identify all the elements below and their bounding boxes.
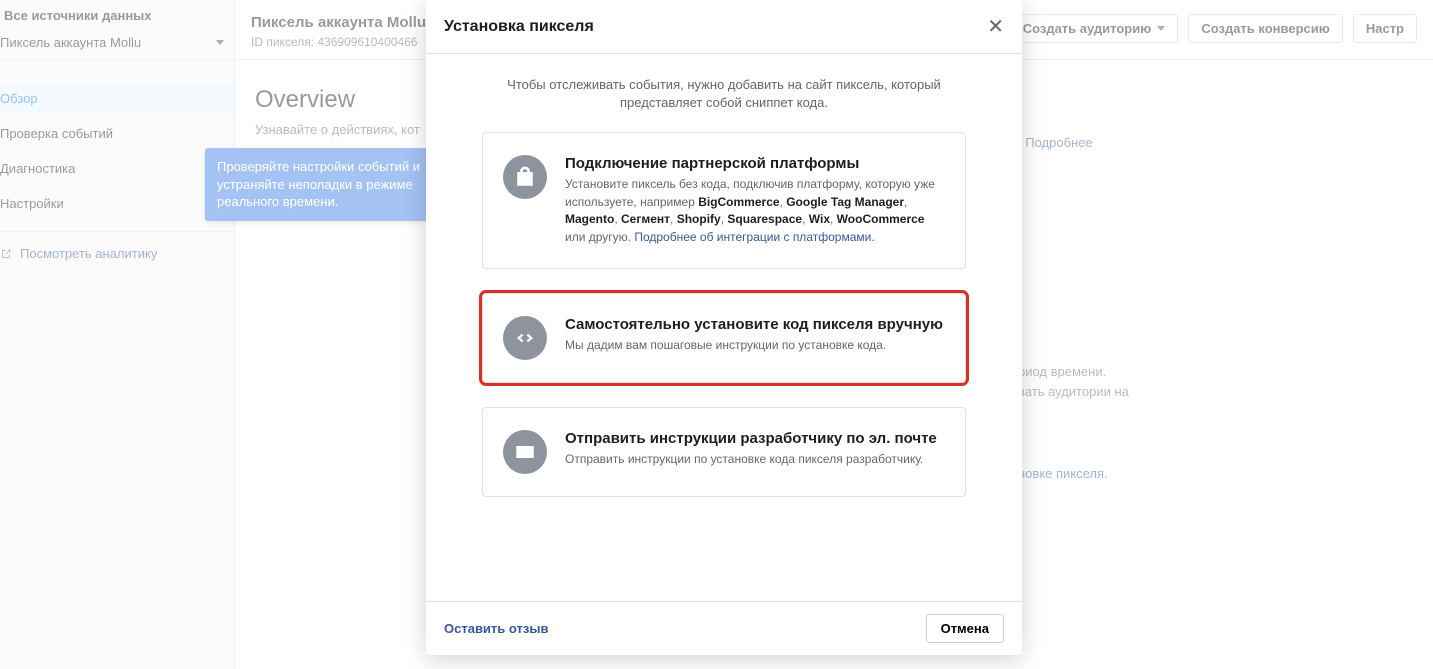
option-manual-title: Самостоятельно установите код пикселя вр… [565, 316, 943, 333]
option-email-title: Отправить инструкции разработчику по эл.… [565, 430, 937, 447]
modal-intro: Чтобы отслеживать события, нужно добавит… [482, 76, 966, 112]
cancel-button[interactable]: Отмена [926, 614, 1004, 643]
option-email-developer[interactable]: Отправить инструкции разработчику по эл.… [482, 407, 966, 497]
modal-body: Чтобы отслеживать события, нужно добавит… [426, 54, 1022, 601]
mail-icon [503, 430, 547, 474]
code-icon [503, 316, 547, 360]
modal-title: Установка пикселя [444, 18, 594, 36]
feedback-link[interactable]: Оставить отзыв [444, 621, 548, 636]
option-partner-desc: Установите пиксель без кода, подключив п… [565, 176, 945, 246]
modal-footer: Оставить отзыв Отмена [426, 601, 1022, 655]
platforms-integration-link[interactable]: Подробнее об интеграции с платформами. [634, 230, 874, 244]
option-partner-text: Подключение партнерской платформы Устано… [565, 155, 945, 246]
option-email-desc: Отправить инструкции по установке кода п… [565, 451, 937, 468]
bag-icon [503, 155, 547, 199]
option-partner-title: Подключение партнерской платформы [565, 155, 945, 172]
close-icon[interactable]: ✕ [987, 14, 1004, 39]
option-partner-platform[interactable]: Подключение партнерской платформы Устано… [482, 132, 966, 269]
option-manual-desc: Мы дадим вам пошаговые инструкции по уст… [565, 337, 943, 354]
option-email-text: Отправить инструкции разработчику по эл.… [565, 430, 937, 468]
install-pixel-modal: Установка пикселя ✕ Чтобы отслеживать со… [426, 0, 1022, 655]
modal-header: Установка пикселя ✕ [426, 0, 1022, 54]
option-manual-text: Самостоятельно установите код пикселя вр… [565, 316, 943, 354]
option-manual-install[interactable]: Самостоятельно установите код пикселя вр… [482, 293, 966, 383]
